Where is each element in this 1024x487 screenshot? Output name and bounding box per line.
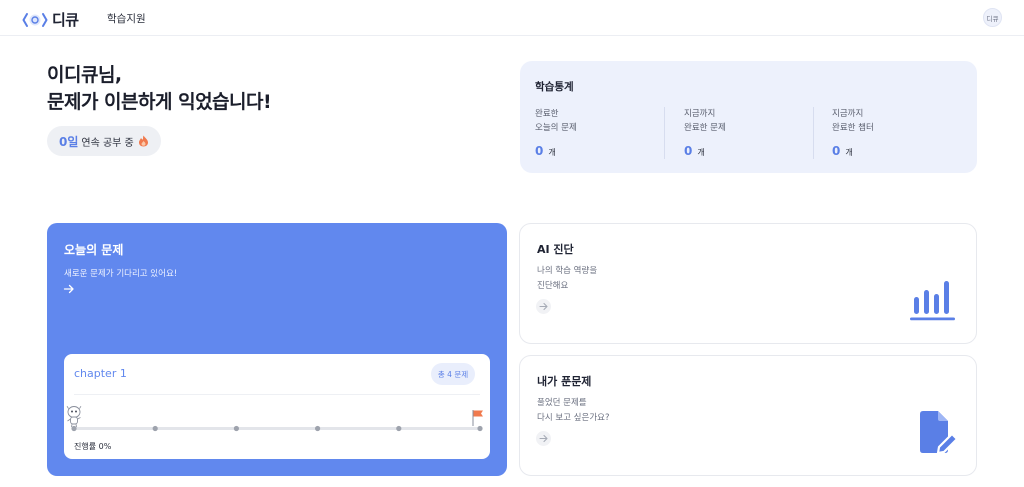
ai-desc-line-1: 나의 학습 역량을 — [537, 266, 598, 276]
top-bar: 디큐 학습지원 디큐 — [0, 0, 1024, 36]
stat-today-completed: 완료한 오늘의 문제 0개 — [535, 107, 685, 161]
todays-problem-title: 오늘의 문제 — [64, 243, 124, 257]
solved-title: 내가 푼문제 — [537, 375, 592, 388]
greeting-line-1: 이디큐님, — [47, 64, 122, 86]
ai-diagnosis-arrow-button[interactable] — [536, 299, 551, 314]
learning-stats-panel: 학습통계 완료한 오늘의 문제 0개 지금까지 완료한 문제 0개 지금까지 완… — [520, 61, 977, 173]
todays-problem-subtitle: 새로운 문제가 기다리고 있어요! — [64, 269, 178, 279]
streak-badge: 0일 연속 공부 중 — [47, 126, 161, 156]
progress-step-dot — [315, 425, 321, 432]
chapter-progress-card[interactable]: chapter 1 총 4 문제 진행률 0% — [64, 354, 490, 459]
stats-title: 학습통계 — [535, 81, 574, 93]
problem-count-badge: 총 4 문제 — [431, 363, 475, 385]
edit-document-icon — [920, 411, 959, 455]
stat-total-chapters: 지금까지 완료한 챕터 0개 — [832, 107, 982, 161]
divider — [74, 394, 480, 395]
arrow-right-icon[interactable] — [63, 283, 75, 295]
progress-bar — [74, 427, 480, 430]
streak-label: 연속 공부 중 — [81, 137, 134, 149]
stat-value: 0 — [832, 144, 841, 158]
stat-label-line1: 완료한 — [535, 109, 559, 119]
logo-icon — [22, 12, 48, 27]
streak-count: 0일 — [59, 134, 79, 149]
stat-label-line2: 완료한 문제 — [684, 123, 726, 133]
chapter-name: chapter 1 — [74, 367, 127, 380]
greeting: 이디큐님, 문제가 이븐하게 익었습니다! — [47, 62, 272, 116]
stat-unit: 개 — [845, 148, 853, 157]
solved-arrow-button[interactable] — [536, 431, 551, 446]
fire-icon — [138, 135, 148, 147]
ai-diagnosis-title: AI 진단 — [537, 243, 574, 256]
stat-label-line1: 지금까지 — [832, 109, 864, 119]
my-solved-problems-card[interactable]: 내가 푼문제 풀었던 문제를 다시 보고 싶은가요? — [519, 355, 977, 476]
stat-unit: 개 — [697, 148, 705, 157]
arrow-right-icon — [539, 302, 548, 311]
progress-step-dot — [152, 425, 158, 432]
todays-problem-card[interactable]: 오늘의 문제 새로운 문제가 기다리고 있어요! chapter 1 총 4 문… — [47, 223, 507, 476]
solved-desc-line-2: 다시 보고 싶은가요? — [537, 413, 610, 423]
logo[interactable]: 디큐 — [22, 9, 79, 30]
progress-step-dot — [233, 425, 239, 432]
stat-label-line2: 완료한 챕터 — [832, 123, 874, 133]
stat-total-problems: 지금까지 완료한 문제 0개 — [684, 107, 834, 161]
stat-value: 0 — [684, 144, 693, 158]
stat-unit: 개 — [548, 148, 556, 157]
stat-label-line1: 지금까지 — [684, 109, 716, 119]
finish-flag-icon — [472, 410, 483, 426]
logo-text: 디큐 — [52, 11, 79, 29]
progress-step-dot — [396, 425, 402, 432]
stat-divider — [813, 107, 814, 159]
ai-diagnosis-card[interactable]: AI 진단 나의 학습 역량을 진단해요 — [519, 223, 977, 344]
ai-diagnosis-desc: 나의 학습 역량을 진단해요 — [537, 264, 597, 294]
greeting-line-2: 문제가 이븐하게 익었습니다! — [47, 91, 272, 113]
progress-track — [71, 425, 483, 432]
avatar[interactable]: 디큐 — [983, 8, 1002, 27]
arrow-right-icon — [539, 434, 548, 443]
mascot-icon — [66, 405, 82, 428]
stat-divider — [664, 107, 665, 159]
stat-value: 0 — [535, 144, 544, 158]
ai-desc-line-2: 진단해요 — [537, 281, 569, 291]
stat-label-line2: 오늘의 문제 — [535, 123, 577, 133]
progress-text: 진행률 0% — [74, 442, 112, 451]
bar-chart-icon — [910, 281, 955, 321]
solved-desc: 풀었던 문제를 다시 보고 싶은가요? — [537, 396, 609, 426]
nav-learning-support[interactable]: 학습지원 — [107, 11, 146, 26]
solved-desc-line-1: 풀었던 문제를 — [537, 398, 587, 408]
